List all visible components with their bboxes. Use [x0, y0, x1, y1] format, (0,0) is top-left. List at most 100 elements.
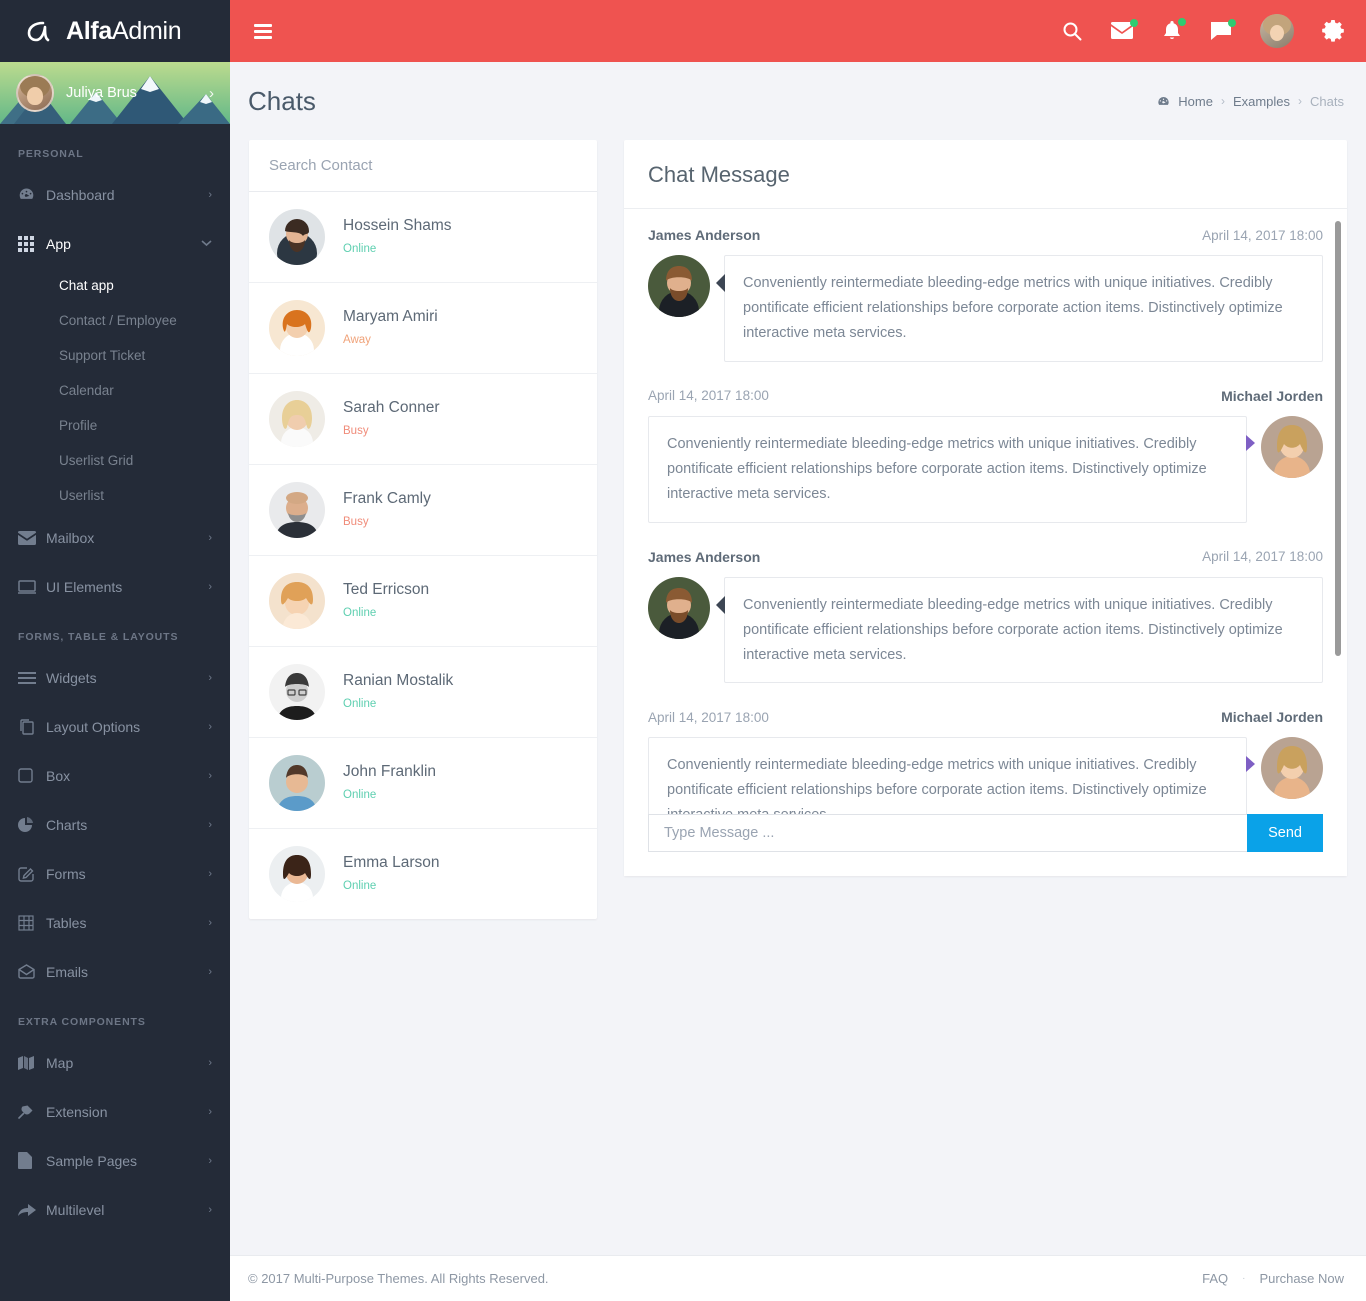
message-author: Michael Jorden — [1221, 387, 1323, 404]
brand-logo-area[interactable]: AlfaAdmin — [0, 0, 230, 62]
sidebar-item-label: Tables — [46, 914, 87, 931]
message-bubble: Conveniently reintermediate bleeding-edg… — [716, 576, 1323, 684]
sidebar-item-label: UI Elements — [46, 578, 123, 595]
send-button[interactable]: Send — [1247, 814, 1323, 852]
notification-badge — [1178, 18, 1186, 26]
chevron-right-icon: › — [208, 867, 212, 880]
list-item[interactable]: Emma Larson Online — [249, 829, 597, 919]
chat-title: Chat Message — [648, 162, 790, 187]
message-bubble: Conveniently reintermediate bleeding-edg… — [716, 255, 1323, 362]
avatar — [648, 576, 710, 639]
gear-icon[interactable] — [1322, 20, 1344, 42]
sidebar-item-dashboard[interactable]: Dashboard › — [0, 170, 230, 219]
envelope-icon[interactable] — [1110, 19, 1138, 41]
edit-icon — [18, 866, 46, 882]
breadcrumb-examples[interactable]: Examples — [1233, 94, 1290, 109]
message-time: April 14, 2017 18:00 — [648, 709, 769, 725]
contact-name: Ted Erricson — [343, 581, 430, 598]
sidebar-item-extension[interactable]: Extension › — [0, 1087, 230, 1136]
breadcrumb: Home › Examples › Chats — [1157, 94, 1344, 109]
sidebar-item-label: Dashboard — [46, 186, 115, 203]
sidebar-item-app[interactable]: App — [0, 219, 230, 268]
status-badge: Busy — [343, 425, 369, 437]
comment-icon[interactable] — [1210, 19, 1236, 41]
avatar[interactable] — [1260, 14, 1294, 48]
sidebar-item-chat-app[interactable]: Chat app — [0, 268, 230, 303]
chevron-right-icon[interactable]: › — [209, 85, 214, 102]
sidebar-item-emails[interactable]: Emails › — [0, 947, 230, 996]
message-list[interactable]: James Anderson April 14, 2017 18:00 Conv… — [624, 209, 1347, 814]
scrollbar-thumb[interactable] — [1335, 221, 1341, 656]
sidebar-nav: PERSONAL Dashboard › App Chat app Contac… — [0, 124, 230, 1234]
hamburger-icon[interactable] — [254, 23, 272, 39]
sidebar-item-map[interactable]: Map › — [0, 1038, 230, 1087]
chat-panel: Chat Message James Anderson April 14, 20… — [624, 140, 1347, 876]
list-item[interactable]: Frank Camly Busy — [249, 465, 597, 556]
faq-link[interactable]: FAQ — [1202, 1271, 1228, 1286]
sidebar-item-box[interactable]: Box › — [0, 751, 230, 800]
message-time: April 14, 2017 18:00 — [1202, 227, 1323, 243]
sidebar-item-widgets[interactable]: Widgets › — [0, 653, 230, 702]
sidebar-item-tables[interactable]: Tables › — [0, 898, 230, 947]
message-meta: James Anderson April 14, 2017 18:00 — [648, 227, 1323, 243]
status-badge: Online — [343, 789, 377, 801]
bell-icon[interactable] — [1162, 18, 1186, 42]
avatar — [1261, 737, 1323, 800]
page-title: Chats — [248, 85, 316, 116]
list-item[interactable]: Sarah Conner Busy — [249, 374, 597, 465]
sidebar-item-charts[interactable]: Charts › — [0, 800, 230, 849]
list-item[interactable]: Maryam Amiri Away — [249, 283, 597, 374]
sidebar-subitem-label: Contact / Employee — [59, 313, 177, 328]
sidebar-item-layout-options[interactable]: Layout Options › — [0, 702, 230, 751]
sidebar-item-mailbox[interactable]: Mailbox › — [0, 513, 230, 562]
message-meta: James Anderson April 14, 2017 18:00 — [648, 549, 1323, 565]
message-row: Conveniently reintermediate bleeding-edg… — [648, 255, 1323, 362]
list-item[interactable]: Ranian Mostalik Online — [249, 647, 597, 738]
sidebar-item-userlist-grid[interactable]: Userlist Grid — [0, 443, 230, 478]
breadcrumb-current: Chats — [1310, 93, 1344, 109]
scrollbar[interactable] — [1335, 209, 1341, 814]
avatar — [269, 209, 325, 265]
topbar — [230, 0, 1366, 62]
chevron-right-icon: › — [208, 531, 212, 544]
list-item[interactable]: Ted Erricson Online — [249, 556, 597, 647]
chevron-right-icon: › — [208, 1105, 212, 1118]
search-icon[interactable] — [1062, 21, 1082, 41]
sidebar-item-userlist[interactable]: Userlist — [0, 478, 230, 513]
sidebar-user-name: Juliya Brus — [66, 85, 137, 101]
dashboard-icon — [18, 186, 46, 203]
purchase-now-link[interactable]: Purchase Now — [1259, 1271, 1344, 1286]
message-time: April 14, 2017 18:00 — [1202, 549, 1323, 565]
open-envelope-icon — [18, 964, 46, 979]
contact-name: Emma Larson — [343, 854, 440, 871]
sidebar-item-contact-employee[interactable]: Contact / Employee — [0, 303, 230, 338]
list-item[interactable]: John Franklin Online — [249, 738, 597, 829]
message-row: Conveniently reintermediate bleeding-edg… — [648, 737, 1323, 814]
sidebar-item-profile[interactable]: Profile — [0, 408, 230, 443]
dashboard-icon — [1157, 95, 1170, 108]
sidebar-subitem-label: Userlist — [59, 488, 105, 503]
sidebar-item-calendar[interactable]: Calendar — [0, 373, 230, 408]
arrow-forward-icon — [18, 1203, 46, 1217]
message-input[interactable] — [648, 814, 1248, 852]
footer-links: FAQ · Purchase Now — [1202, 1271, 1344, 1286]
sidebar-item-multilevel[interactable]: Multilevel › — [0, 1185, 230, 1234]
list-item[interactable]: Hossein Shams Online — [249, 192, 597, 283]
sidebar-item-support-ticket[interactable]: Support Ticket — [0, 338, 230, 373]
avatar — [269, 482, 325, 538]
notification-badge — [1130, 19, 1138, 27]
sidebar-item-label: Emails — [46, 963, 89, 980]
sidebar-item-ui-elements[interactable]: UI Elements › — [0, 562, 230, 611]
list-icon — [18, 671, 46, 684]
sidebar-user-profile[interactable]: Juliya Brus › — [0, 62, 230, 124]
status-badge: Online — [343, 698, 377, 710]
sidebar-item-label: Forms — [46, 865, 86, 882]
search-input[interactable] — [269, 157, 577, 174]
breadcrumb-home[interactable]: Home — [1178, 94, 1213, 109]
sidebar-item-forms[interactable]: Forms › — [0, 849, 230, 898]
sidebar-item-sample-pages[interactable]: Sample Pages › — [0, 1136, 230, 1185]
sidebar-item-label: Widgets — [46, 669, 97, 686]
status-badge: Online — [343, 243, 377, 255]
sidebar-subitem-label: Support Ticket — [59, 348, 146, 363]
brand-title: AlfaAdmin — [66, 17, 182, 46]
